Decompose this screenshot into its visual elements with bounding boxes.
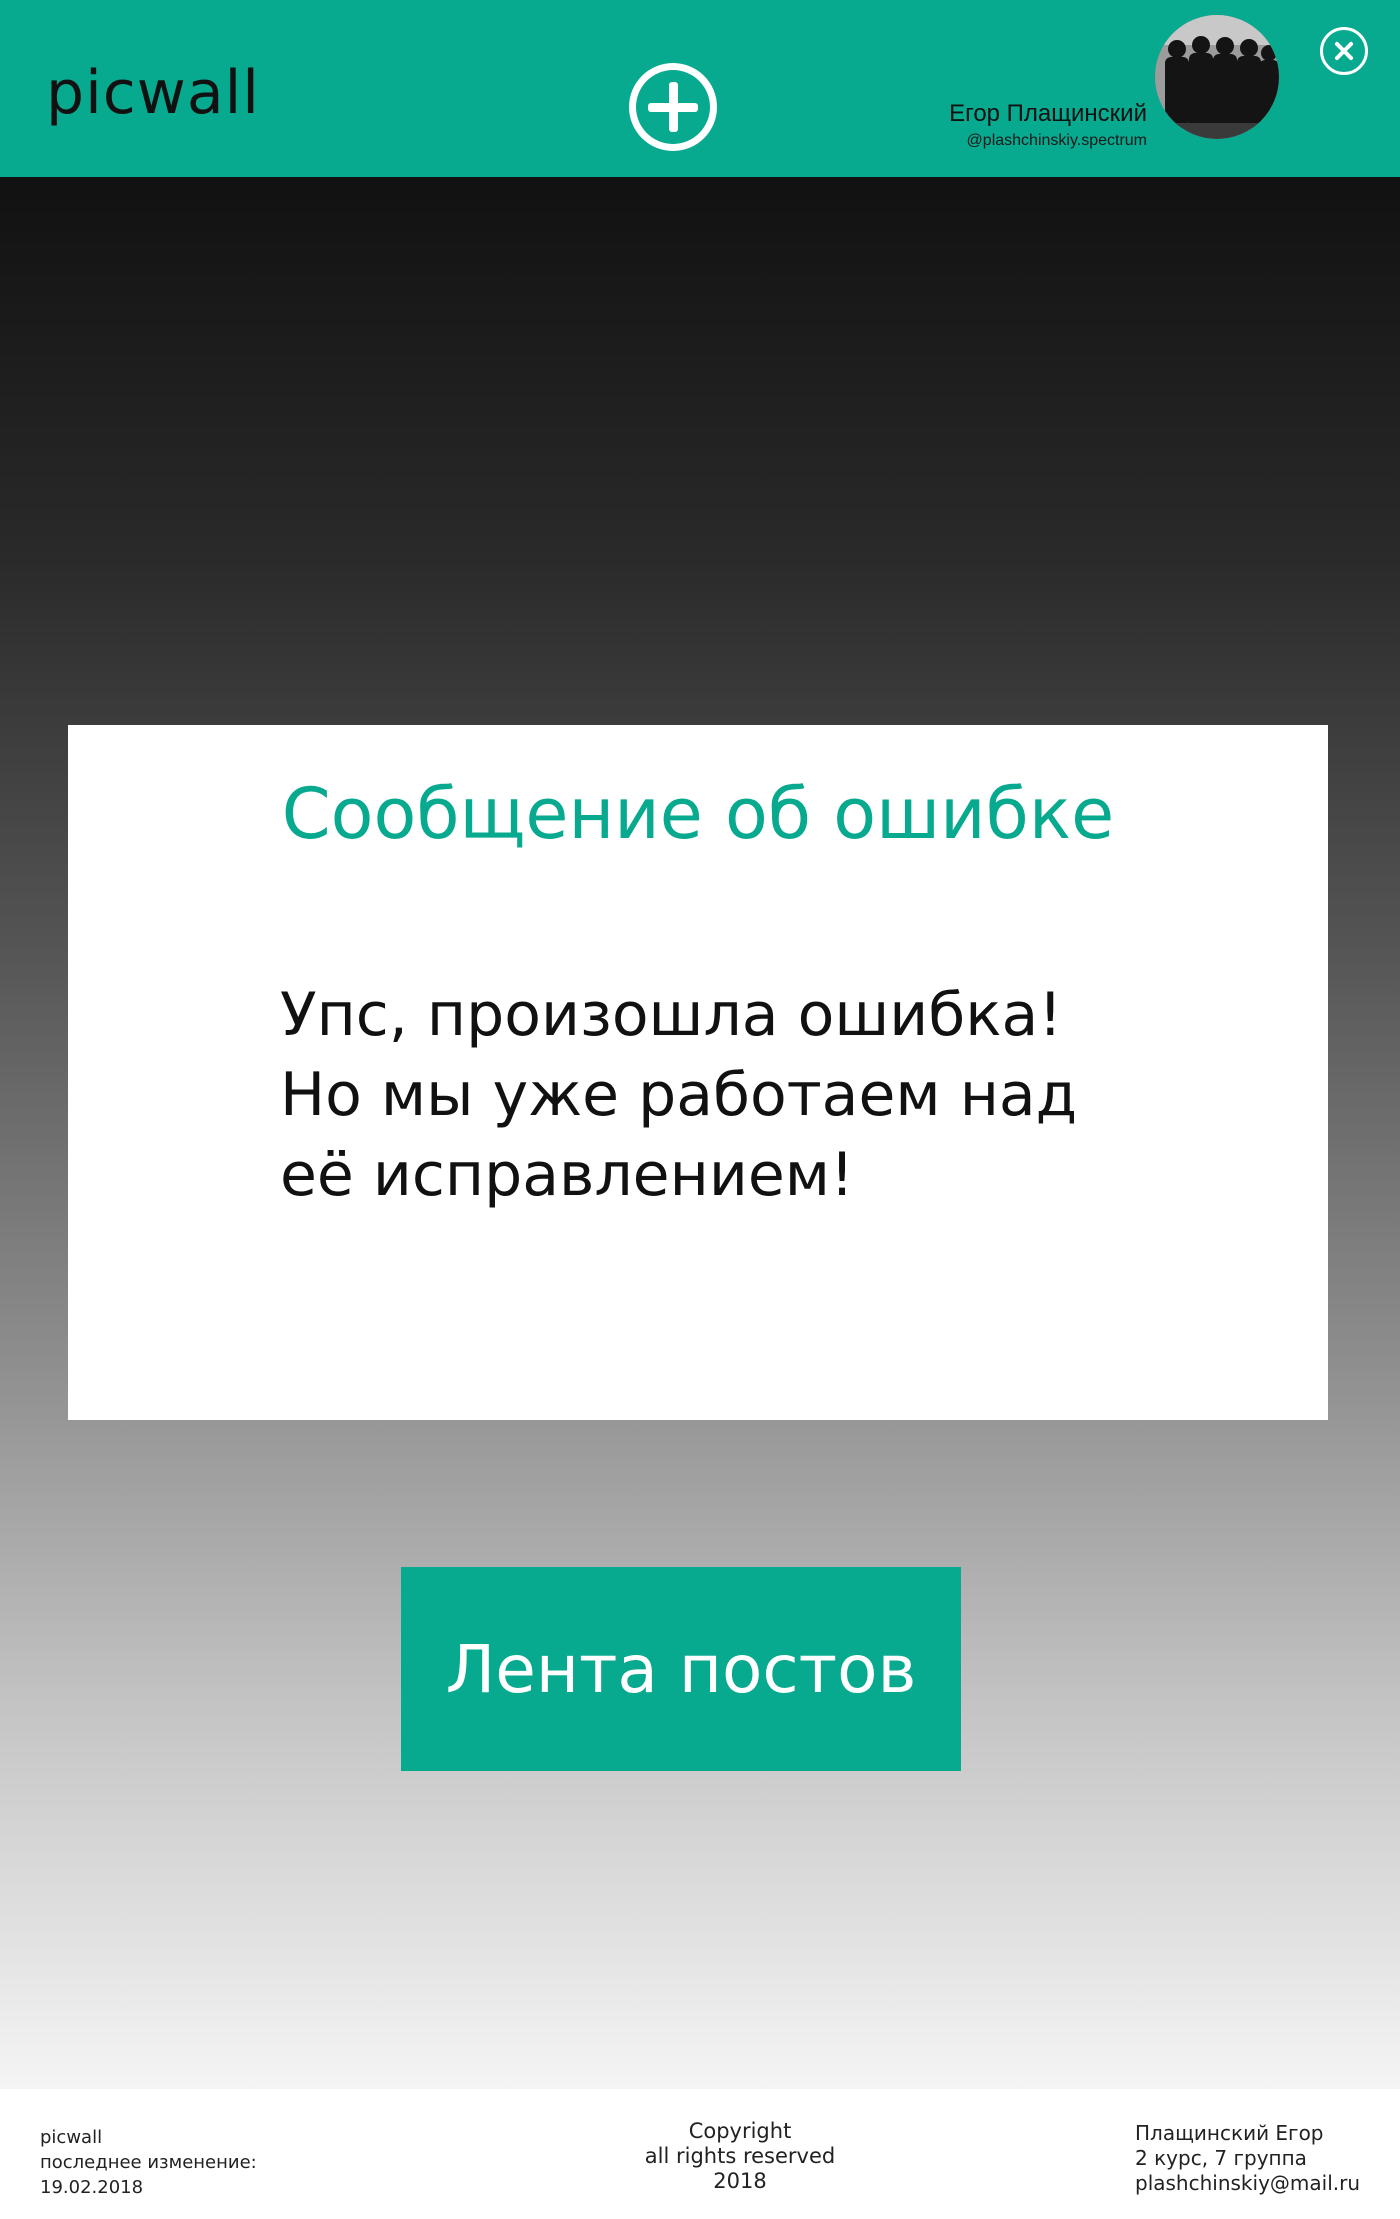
user-name[interactable]: Егор Плащинский bbox=[949, 100, 1147, 128]
error-line: Упс, произошла ошибка! bbox=[280, 980, 1063, 1050]
avatar-photo bbox=[1155, 15, 1279, 139]
error-line: Но мы уже работаем над bbox=[280, 1060, 1078, 1130]
author-group: 2 курс, 7 группа bbox=[1135, 2146, 1307, 2170]
footer-site-name: picwall bbox=[40, 2127, 103, 2148]
copyright-label: Copyright bbox=[688, 2119, 792, 2143]
author-name: Плащинский Егор bbox=[1135, 2121, 1324, 2145]
close-button[interactable] bbox=[1320, 27, 1368, 75]
app-logo[interactable]: picwall bbox=[46, 58, 260, 128]
user-handle: @plashchinskiy.spectrum bbox=[966, 132, 1147, 149]
feed-button[interactable]: Лента постов bbox=[401, 1567, 961, 1771]
footer-site-info: picwall последнее изменение: 19.02.2018 bbox=[40, 2125, 257, 2200]
add-post-button[interactable] bbox=[629, 63, 717, 151]
main-area: Сообщение об ошибке Упс, произошла ошибк… bbox=[0, 177, 1400, 2089]
author-email[interactable]: plashchinskiy@mail.ru bbox=[1135, 2171, 1360, 2196]
avatar[interactable] bbox=[1155, 15, 1279, 139]
error-line: её исправлением! bbox=[280, 1140, 855, 1210]
footer-last-modified-date: 19.02.2018 bbox=[40, 2177, 144, 2198]
footer-author: Плащинский Егор 2 курс, 7 группа plashch… bbox=[1135, 2121, 1360, 2196]
footer-copyright: Copyright all rights reserved 2018 bbox=[600, 2119, 880, 2194]
error-title: Сообщение об ошибке bbox=[281, 773, 1115, 855]
copyright-year: 2018 bbox=[713, 2169, 767, 2193]
error-card: Сообщение об ошибке Упс, произошла ошибк… bbox=[68, 725, 1328, 1420]
copyright-rights: all rights reserved bbox=[644, 2144, 836, 2168]
footer: picwall последнее изменение: 19.02.2018 … bbox=[0, 2089, 1400, 2219]
plus-circle-icon bbox=[636, 70, 710, 144]
top-bar: picwall Егор Плащинский @plashchinskiy.s… bbox=[0, 0, 1400, 177]
error-message: Упс, произошла ошибка! Но мы уже работае… bbox=[280, 975, 1160, 1215]
footer-last-modified-label: последнее изменение: bbox=[40, 2152, 257, 2173]
